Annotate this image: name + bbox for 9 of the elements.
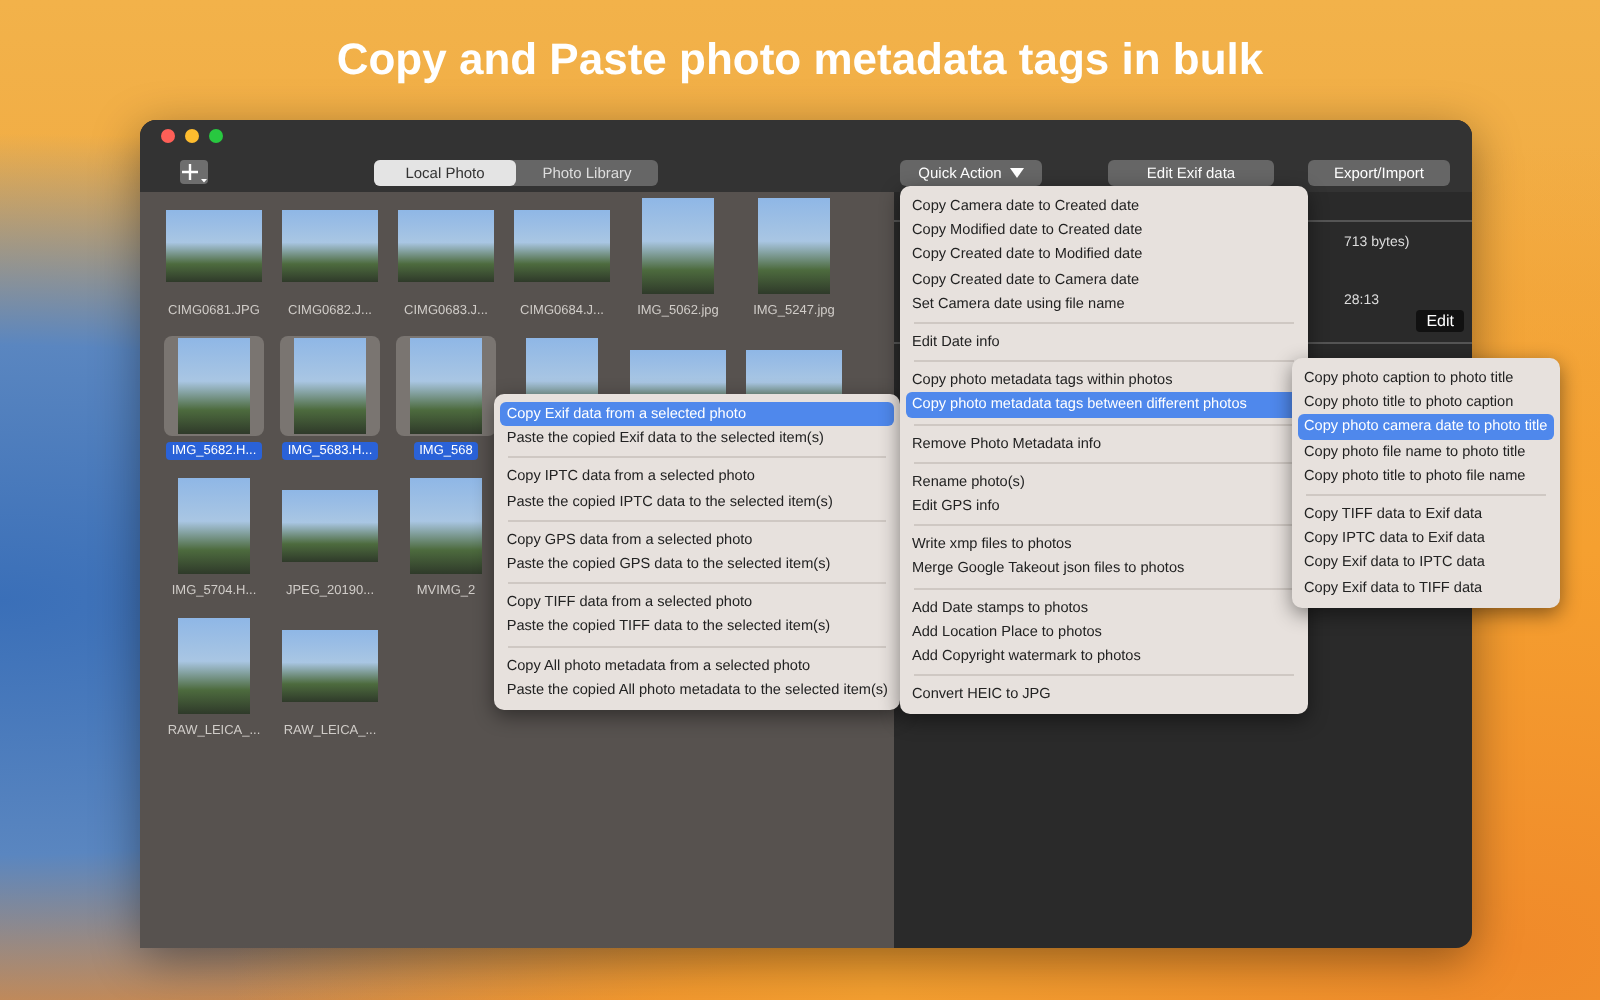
plus-icon	[180, 160, 208, 184]
photo-tile[interactable]	[396, 336, 496, 436]
add-button[interactable]	[180, 160, 208, 184]
window-controls-icon[interactable]	[160, 128, 224, 144]
edit-button[interactable]: Edit	[1416, 310, 1464, 332]
headline: Copy and Paste photo metadata tags in bulk	[334, 34, 1266, 86]
caret-icon	[1009, 167, 1024, 177]
photo-tile[interactable]	[280, 336, 380, 436]
photo-tile[interactable]	[164, 336, 264, 436]
